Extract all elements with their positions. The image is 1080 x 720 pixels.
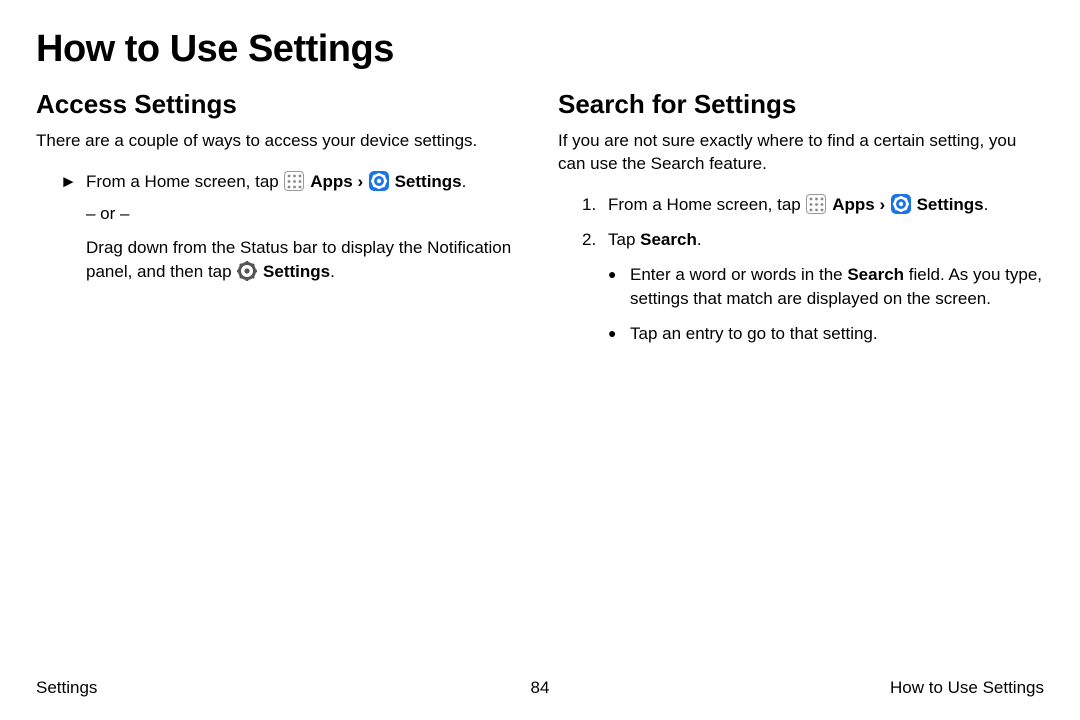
apps-icon [284, 171, 304, 191]
play-marker-icon: ► [60, 169, 86, 195]
step-number-2: 2. [582, 227, 608, 253]
settings-gear-gray-icon [237, 261, 257, 281]
search-step2-body: Tap Search. [608, 227, 1044, 253]
bullet-2: ● Tap an entry to go to that setting. [558, 322, 1044, 346]
apps-label: Apps [310, 172, 353, 191]
page-title: How to Use Settings [36, 28, 1044, 71]
step-number-1: 1. [582, 192, 608, 218]
bullet-icon: ● [608, 263, 630, 285]
settings-label: Settings [917, 195, 984, 214]
settings-label: Settings [395, 172, 462, 191]
settings-gear-icon [891, 194, 911, 214]
apps-label: Apps [832, 195, 875, 214]
or-separator: – or – [36, 204, 522, 224]
right-column: Search for Settings If you are not sure … [558, 89, 1044, 358]
access-settings-heading: Access Settings [36, 89, 522, 120]
step-prefix-text: From a Home screen, tap [86, 172, 283, 191]
period: . [462, 172, 467, 191]
search-intro-text: If you are not sure exactly where to fin… [558, 130, 1044, 176]
alt-settings-label: Settings [263, 262, 330, 281]
chevron-right-icon: › [879, 195, 885, 214]
bullet-1: ● Enter a word or words in the Search fi… [558, 263, 1044, 311]
page-number: 84 [372, 678, 708, 698]
alt-period: . [330, 262, 335, 281]
footer-topic-label: How to Use Settings [708, 678, 1044, 698]
access-intro-text: There are a couple of ways to access you… [36, 130, 522, 153]
bullet-icon: ● [608, 322, 630, 344]
bullet2-body: Tap an entry to go to that setting. [630, 322, 1044, 346]
left-column: Access Settings There are a couple of wa… [36, 89, 522, 358]
search-settings-heading: Search for Settings [558, 89, 1044, 120]
search-step-1: 1. From a Home screen, tap Apps › Settin… [558, 192, 1044, 218]
step2-prefix-text: Tap [608, 230, 640, 249]
footer-section-label: Settings [36, 678, 372, 698]
access-step-body: From a Home screen, tap Apps › Settings. [86, 169, 522, 195]
apps-icon [806, 194, 826, 214]
bullet1-prefix: Enter a word or words in the [630, 265, 847, 284]
page-footer: Settings 84 How to Use Settings [36, 678, 1044, 698]
chevron-right-icon: › [357, 172, 363, 191]
settings-gear-icon [369, 171, 389, 191]
bullet1-body: Enter a word or words in the Search fiel… [630, 263, 1044, 311]
alt-instruction: Drag down from the Status bar to display… [36, 236, 522, 284]
search-step1-body: From a Home screen, tap Apps › Settings. [608, 192, 1044, 218]
search-label: Search [640, 230, 697, 249]
period2: . [984, 195, 989, 214]
search-step-2: 2. Tap Search. [558, 227, 1044, 253]
bullet1-bold: Search [847, 265, 904, 284]
period3: . [697, 230, 702, 249]
content-columns: Access Settings There are a couple of wa… [36, 89, 1044, 358]
access-step: ► From a Home screen, tap Apps › Setting… [36, 169, 522, 195]
step1-prefix-text: From a Home screen, tap [608, 195, 805, 214]
